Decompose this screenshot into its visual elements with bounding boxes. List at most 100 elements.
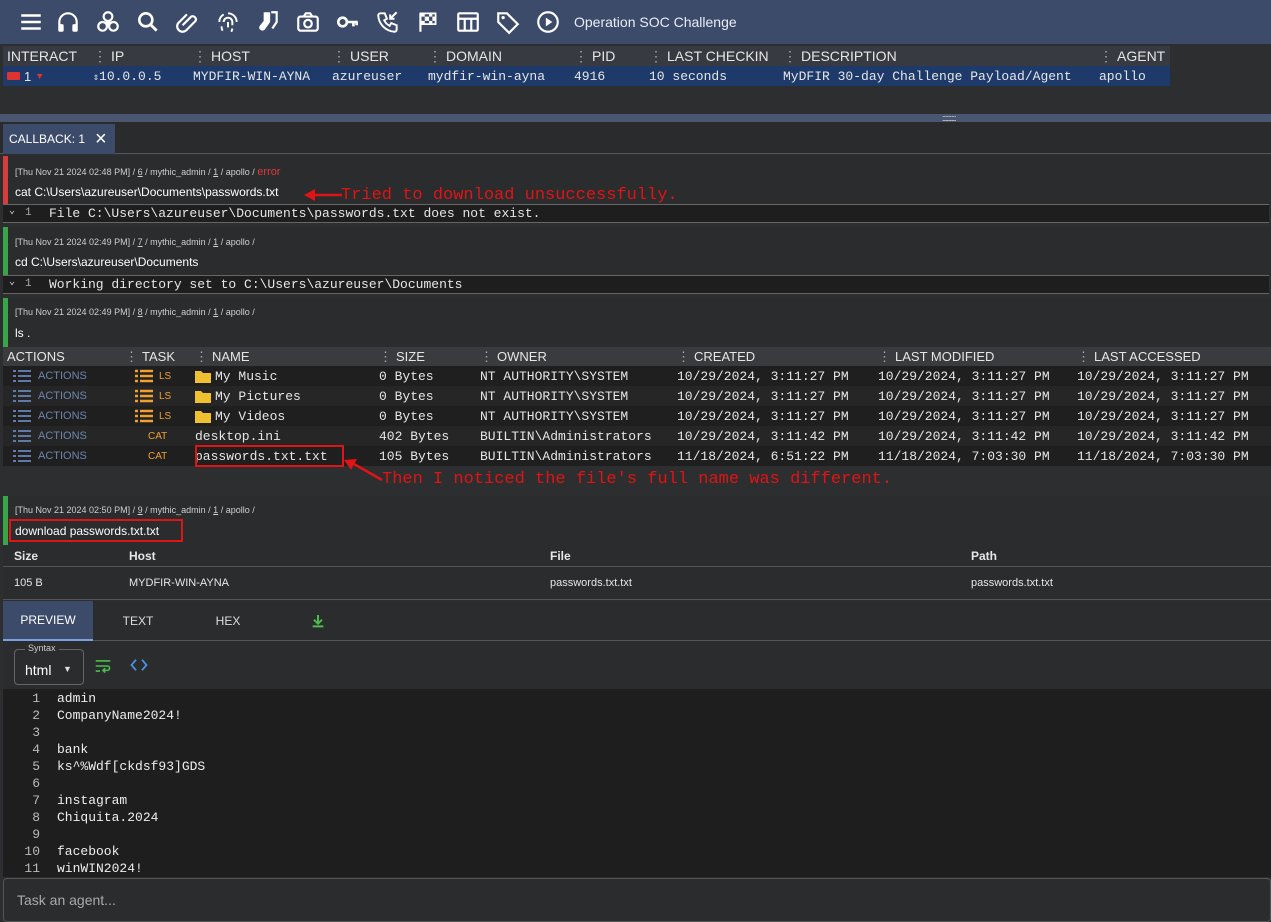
column-last-checkin[interactable]: ⋮ LAST CHECKIN <box>645 48 779 65</box>
column-last-modified[interactable]: ⋮ LAST MODIFIED <box>874 349 1073 365</box>
list-icon[interactable] <box>13 410 31 422</box>
tab-preview[interactable]: PREVIEW <box>3 601 93 641</box>
column-created[interactable]: ⋮ CREATED <box>673 349 874 365</box>
file-row[interactable]: ACTIONS CAT passwords.txt.txt 105 Bytes BUIL… <box>3 446 1271 466</box>
caret-down-icon[interactable]: ▼ <box>35 71 44 81</box>
highlight-box <box>9 519 183 542</box>
column-pid[interactable]: ⋮ PID <box>570 48 645 65</box>
split-divider[interactable] <box>0 114 1271 122</box>
menu-icon[interactable] <box>14 0 48 44</box>
list-icon[interactable] <box>13 450 31 462</box>
file-preview-editor[interactable]: 1 admin 2 CompanyName2024! 3 4 bank 5 ks^%Wdf[ck… <box>3 689 1271 877</box>
task-cell[interactable]: CAT <box>121 431 191 442</box>
camera-icon[interactable] <box>288 0 328 44</box>
task-command[interactable]: cd C:\Users\azureuser\Documents <box>15 255 198 269</box>
biohazard-icon[interactable] <box>88 0 128 44</box>
download-table: Size Host File Path 105 B MYDFIR-WIN-AYN… <box>3 545 1271 600</box>
user-cell: azureuser <box>332 68 403 84</box>
chevron-down-icon[interactable]: ⌄ <box>9 276 15 288</box>
callback-row[interactable]: 1 ▼ ⇕10.0.0.5 MYDFIR-WIN-AYNA azureuser … <box>3 66 1170 86</box>
size-cell: 0 Bytes <box>379 388 434 404</box>
checkered-flag-icon[interactable] <box>408 0 448 44</box>
owner-cell: BUILTIN\Administrators <box>480 428 652 444</box>
play-circle-icon[interactable] <box>528 0 568 44</box>
task-input[interactable] <box>4 879 1270 921</box>
column-owner[interactable]: ⋮ OWNER <box>476 349 673 365</box>
download-icon[interactable] <box>310 613 326 629</box>
fingerprint-icon[interactable] <box>208 0 248 44</box>
syntax-select[interactable]: Syntax html ▼ <box>14 643 84 685</box>
column-interact[interactable]: INTERACT <box>3 48 89 64</box>
name-cell[interactable]: My Videos <box>191 409 375 424</box>
tab-text[interactable]: TEXT <box>93 601 183 641</box>
folder-icon <box>195 390 211 403</box>
task-cell[interactable]: CAT <box>121 451 191 462</box>
accessed-cell: 10/29/2024, 3:11:42 PM <box>1077 428 1249 444</box>
file-row[interactable]: ACTIONS CAT desktop.ini 402 Bytes BUILTIN\Ad… <box>3 426 1271 446</box>
tab-bar: CALLBACK: 1 × <box>0 122 1271 154</box>
name-cell[interactable]: My Pictures <box>191 389 375 404</box>
list-icon[interactable] <box>13 430 31 442</box>
actions-cell[interactable]: ACTIONS <box>3 430 121 442</box>
column-agent[interactable]: ⋮ AGENT <box>1095 48 1170 65</box>
column-host[interactable]: ⋮ HOST <box>189 48 328 65</box>
path-cell: passwords.txt.txt <box>971 577 1053 589</box>
column-path: Path <box>971 548 998 563</box>
headphones-icon[interactable] <box>48 0 88 44</box>
list-icon[interactable] <box>135 409 153 423</box>
column-user[interactable]: ⋮ USER <box>328 48 424 65</box>
arrow-icon <box>344 459 383 482</box>
task-input-box[interactable] <box>3 878 1271 922</box>
file-row[interactable]: ACTIONS LS My Videos 0 Bytes NT AUTHORITY\SY… <box>3 406 1271 426</box>
file-cell[interactable]: passwords.txt.txt <box>546 577 967 589</box>
name-cell[interactable]: My Music <box>191 369 375 384</box>
socks-icon[interactable] <box>248 0 288 44</box>
actions-cell[interactable]: ACTIONS <box>3 390 121 402</box>
download-button[interactable] <box>273 601 363 641</box>
column-ip[interactable]: ⋮ IP <box>89 48 189 65</box>
column-task[interactable]: ⋮ TASK <box>121 349 191 365</box>
name-cell[interactable]: desktop.ini <box>191 429 375 444</box>
interact-cell[interactable]: 1 ▼ <box>3 69 89 84</box>
task-cell[interactable]: LS <box>121 389 191 403</box>
keyboard-icon[interactable] <box>7 72 20 80</box>
column-actions[interactable]: ACTIONS <box>3 349 121 364</box>
wrap-text-icon[interactable] <box>94 658 112 674</box>
column-size[interactable]: ⋮ SIZE <box>375 349 476 365</box>
list-icon[interactable] <box>13 390 31 402</box>
file-row[interactable]: ACTIONS LS My Pictures 0 Bytes NT AUTHORITY\… <box>3 386 1271 406</box>
column-domain[interactable]: ⋮ DOMAIN <box>424 48 570 65</box>
actions-cell[interactable]: ACTIONS <box>3 450 121 462</box>
download-table-header: Size Host File Path <box>3 545 1271 567</box>
file-row[interactable]: ACTIONS LS My Music 0 Bytes NT AUTHORITY\SYS… <box>3 366 1271 386</box>
actions-cell[interactable]: ACTIONS <box>3 410 121 422</box>
task-metadata: [Thu Nov 21 2024 02:49 PM] / 8 / mythic_… <box>15 307 255 317</box>
chevron-down-icon[interactable]: ⌄ <box>9 205 15 217</box>
tab-callback-1[interactable]: CALLBACK: 1 × <box>3 124 115 154</box>
column-last-accessed[interactable]: ⋮ LAST ACCESSED <box>1073 349 1263 365</box>
download-row[interactable]: 105 B MYDFIR-WIN-AYNA passwords.txt.txt … <box>3 567 1271 600</box>
close-icon[interactable]: × <box>95 129 107 149</box>
actions-cell[interactable]: ACTIONS <box>3 370 121 382</box>
line-number: 3 <box>32 725 40 740</box>
key-icon[interactable] <box>328 0 368 44</box>
list-icon[interactable] <box>135 389 153 403</box>
list-icon[interactable] <box>135 369 153 383</box>
task-command[interactable]: ls . <box>15 326 30 340</box>
agent-cell: apollo <box>1099 68 1146 84</box>
task-cell[interactable]: LS <box>121 369 191 383</box>
paperclip-icon[interactable] <box>168 0 208 44</box>
list-icon[interactable] <box>13 370 31 382</box>
table-icon[interactable] <box>448 0 488 44</box>
operation-title[interactable]: Operation SOC Challenge <box>574 14 737 30</box>
tag-icon[interactable] <box>488 0 528 44</box>
tab-hex[interactable]: HEX <box>183 601 273 641</box>
phone-callback-icon[interactable] <box>368 0 408 44</box>
code-icon[interactable] <box>130 658 148 672</box>
task-cell[interactable]: LS <box>121 409 191 423</box>
column-description[interactable]: ⋮ DESCRIPTION <box>779 48 1095 65</box>
accessed-cell: 10/29/2024, 3:11:27 PM <box>1077 368 1249 384</box>
task-command[interactable]: cat C:\Users\azureuser\Documents\passwor… <box>15 185 278 199</box>
column-name[interactable]: ⋮ NAME <box>191 349 375 365</box>
search-icon[interactable] <box>128 0 168 44</box>
